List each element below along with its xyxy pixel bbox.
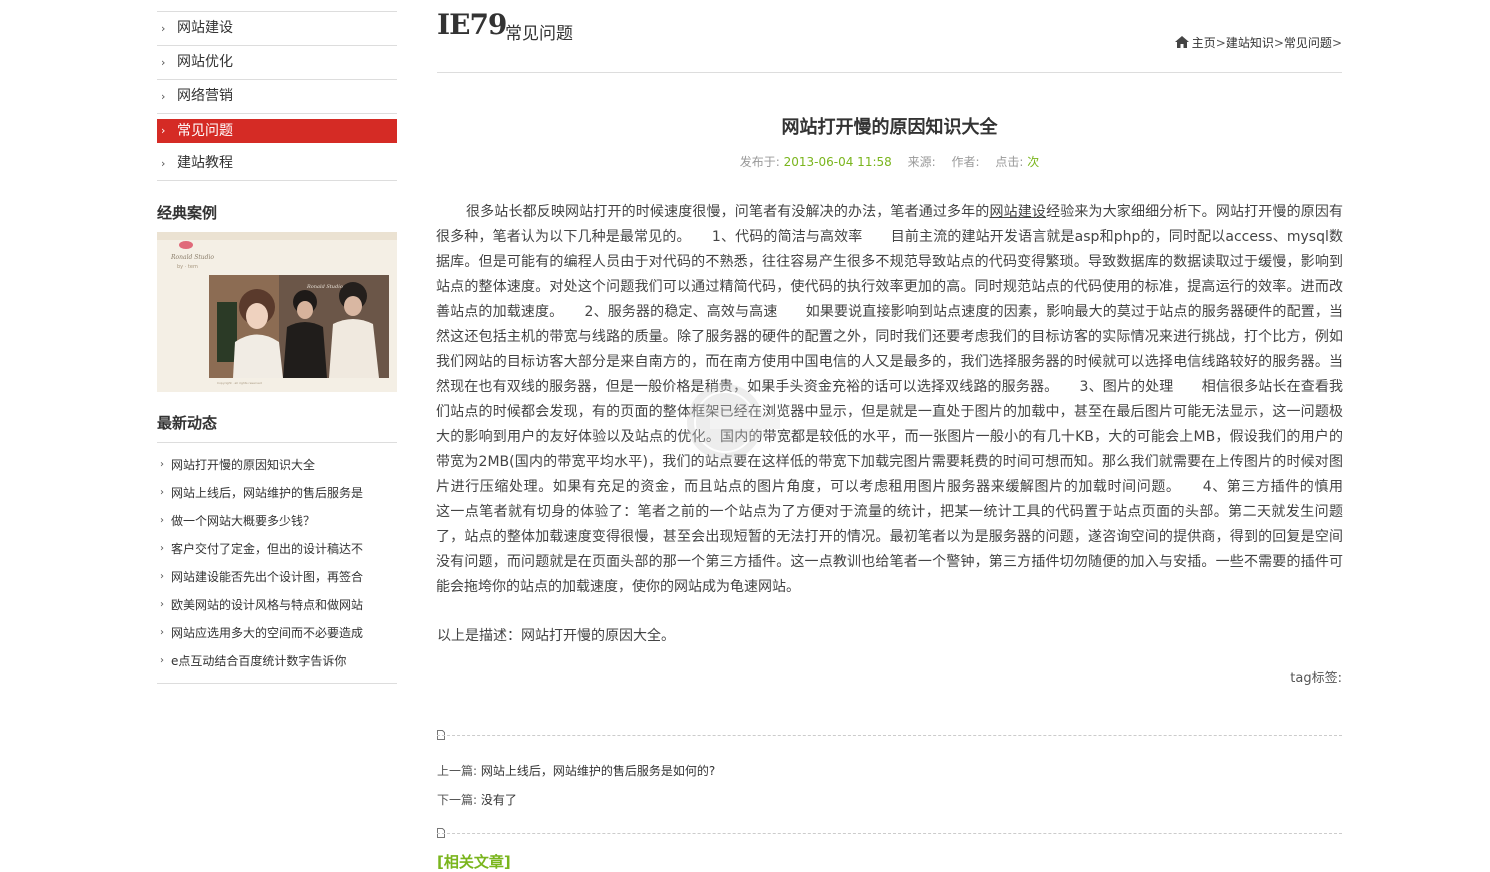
breadcrumb-separator: > [1215, 36, 1226, 50]
news-heading: 最新动态 [157, 414, 218, 432]
nav-item-label: 网站优化 [177, 54, 233, 70]
news-item[interactable]: › 欧美网站的设计风格与特点和做网站 [157, 591, 397, 619]
chevron-right-icon: › [160, 655, 164, 666]
breadcrumb-separator: > [1273, 36, 1284, 50]
nav-item-label: 常见问题 [177, 123, 233, 139]
next-label: 下一篇: [437, 793, 478, 807]
news-item-label: e点互动结合百度统计数字告诉你 [171, 654, 347, 668]
nav-item-faq[interactable]: › 常见问题 [157, 119, 397, 143]
news-list: › 网站打开慢的原因知识大全 › 网站上线后，网站维护的售后服务是 › 做一个网站大概… [157, 442, 397, 684]
breadcrumb-knowledge[interactable]: 建站知识 [1226, 36, 1274, 50]
divider [437, 833, 1342, 834]
tags-label: tag标签: [1290, 671, 1342, 686]
clicks-label: 点击: [995, 155, 1024, 169]
svg-text:by · tem: by · tem [177, 264, 198, 270]
chevron-right-icon: › [161, 90, 166, 103]
chevron-right-icon: › [160, 515, 164, 526]
svg-text:Ronald Studio: Ronald Studio [306, 284, 343, 290]
clicks-info: 点击: 次 [995, 155, 1039, 169]
source-label: 来源: [907, 155, 936, 169]
nav-item-tutorials[interactable]: › 建站教程 [157, 147, 397, 181]
publish-info: 发布于: 2013-06-04 11:58 [740, 155, 892, 169]
author-label: 作者: [951, 155, 980, 169]
news-item-label: 网站应选用多大的空间而不必要造成 [171, 626, 364, 640]
news-item-label: 网站打开慢的原因知识大全 [171, 458, 316, 472]
case-thumbnail[interactable]: Ronald Studio by · tem Ronald Studio Cop… [157, 232, 397, 392]
prev-article: 上一篇: 网站上线后，网站维护的售后服务是如何的? [437, 762, 715, 779]
news-item[interactable]: › 网站建设能否先出个设计图，再签合 [157, 563, 397, 591]
site-logo[interactable]: IE79 [437, 8, 507, 41]
prev-article-link[interactable]: 网站上线后，网站维护的售后服务是如何的? [481, 764, 715, 778]
main-content: IE79 常见问题 主页>建站知识>常见问题> 网站打开慢的原因知识大全 发布于… [436, 0, 1371, 871]
chevron-right-icon: › [160, 571, 164, 582]
article-title: 网站打开慢的原因知识大全 [781, 117, 998, 138]
chevron-right-icon: › [160, 487, 164, 498]
news-item[interactable]: › 网站打开慢的原因知识大全 [157, 451, 397, 479]
news-item-label: 做一个网站大概要多少钱？ [171, 514, 316, 528]
publish-label: 发布于: [739, 155, 780, 169]
related-articles-heading: [相关文章] [437, 853, 511, 871]
chevron-right-icon: › [161, 56, 166, 69]
clicks-suffix: 次 [1027, 155, 1040, 169]
chevron-right-icon: › [160, 627, 164, 638]
news-item[interactable]: › 网站应选用多大的空间而不必要造成 [157, 619, 397, 647]
section-title: 常见问题 [505, 24, 573, 44]
cases-heading: 经典案例 [157, 204, 218, 222]
chevron-right-icon: › [160, 543, 164, 554]
news-item-label: 网站上线后，网站维护的售后服务是 [171, 486, 364, 500]
breadcrumb-separator: > [1331, 36, 1342, 50]
news-item[interactable]: › 做一个网站大概要多少钱？ [157, 507, 397, 535]
nav-item-website-optimization[interactable]: › 网站优化 [157, 46, 397, 80]
article-body: 很多站长都反映网站打开的时候速度很慢，问笔者有没解决的办法，笔者通过多年的网站建… [436, 200, 1371, 600]
breadcrumb-faq[interactable]: 常见问题 [1284, 36, 1332, 50]
next-article: 下一篇: 没有了 [437, 791, 517, 808]
category-nav: › 网站建设 › 网站优化 › 网络营销 › 常见问题 › 建站教程 [157, 11, 397, 181]
chevron-right-icon: › [161, 124, 166, 137]
page-header: IE79 常见问题 主页>建站知识>常见问题> [437, 0, 1342, 73]
news-item[interactable]: › 客户交付了定金，但出的设计稿达不 [157, 535, 397, 563]
case-photo: Ronald Studio by · tem Ronald Studio Cop… [157, 232, 397, 392]
news-item[interactable]: › e点互动结合百度统计数字告诉你 [157, 647, 397, 675]
svg-text:Copyright · all rights reserve: Copyright · all rights reserved [217, 381, 262, 385]
article-body-text: 经验来为大家细细分析下。网站打开慢的原因有很多种，笔者认为以下几种是最常见的。 … [436, 204, 1371, 595]
news-item[interactable]: › 网站上线后，网站维护的售后服务是 [157, 479, 397, 507]
prev-label: 上一篇: [437, 764, 478, 778]
news-item-label: 网站建设能否先出个设计图，再签合 [171, 570, 364, 584]
nav-item-label: 网站建设 [177, 20, 233, 36]
article-body-text: 很多站长都反映网站打开的时候速度很慢，问笔者有没解决的办法，笔者通过多年的 [466, 204, 990, 220]
nav-item-label: 建站教程 [177, 155, 233, 171]
breadcrumb: 主页>建站知识>常见问题> [1174, 34, 1342, 51]
divider [437, 735, 1342, 736]
publish-date: 2013-06-04 11:58 [783, 155, 892, 169]
svg-text:Ronald Studio: Ronald Studio [170, 254, 214, 261]
chevron-right-icon: › [160, 459, 164, 470]
nav-item-website-building[interactable]: › 网站建设 [157, 12, 397, 46]
chevron-right-icon: › [161, 157, 166, 170]
breadcrumb-home[interactable]: 主页 [1192, 36, 1216, 50]
nav-item-label: 网络营销 [177, 88, 233, 104]
news-item-label: 欧美网站的设计风格与特点和做网站 [171, 598, 364, 612]
news-item-label: 客户交付了定金，但出的设计稿达不 [171, 542, 364, 556]
chevron-right-icon: › [160, 599, 164, 610]
chevron-right-icon: › [161, 22, 166, 35]
sidebar: › 网站建设 › 网站优化 › 网络营销 › 常见问题 › 建站教程 经典案例 Ronal… [157, 0, 397, 684]
website-building-link[interactable]: 网站建设 [989, 204, 1046, 220]
home-icon [1174, 36, 1189, 48]
nav-item-online-marketing[interactable]: › 网络营销 [157, 80, 397, 114]
article-meta: 发布于: 2013-06-04 11:58 来源: 作者: 点击: 次 [437, 153, 1342, 170]
next-article-link: 没有了 [480, 793, 517, 807]
article-summary: 以上是描述：网站打开慢的原因大全。 [437, 628, 675, 644]
